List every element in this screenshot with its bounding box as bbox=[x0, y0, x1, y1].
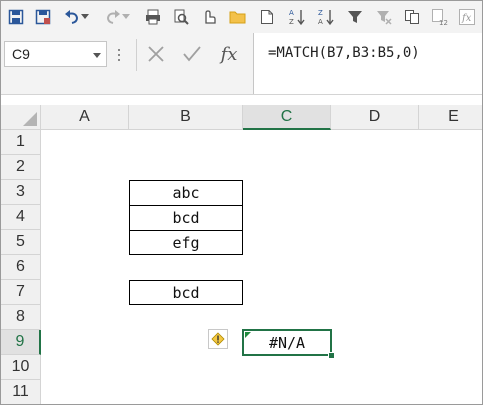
sort-descending-icon[interactable]: ZA bbox=[315, 6, 337, 28]
undo-dropdown-icon[interactable] bbox=[79, 6, 91, 28]
print-preview-icon[interactable] bbox=[142, 6, 164, 28]
spreadsheet-window: AZ ZA 12 fx C9 fx =MATCH(B7,B3:B5,0) A B… bbox=[0, 0, 483, 405]
row-header-9[interactable]: 9 bbox=[1, 330, 41, 355]
formula-bar: C9 fx =MATCH(B7,B3:B5,0) bbox=[1, 33, 482, 95]
name-box-value: C9 bbox=[12, 46, 30, 62]
fill-handle[interactable] bbox=[328, 352, 335, 359]
cell-b3[interactable]: abc bbox=[129, 180, 243, 206]
sort-ascending-icon[interactable]: AZ bbox=[286, 6, 308, 28]
enter-check-icon[interactable] bbox=[177, 41, 207, 67]
select-all-icon bbox=[23, 112, 37, 126]
row-header-11[interactable]: 11 bbox=[1, 380, 41, 404]
svg-text:Z: Z bbox=[318, 9, 323, 17]
open-folder-icon[interactable] bbox=[227, 6, 249, 28]
formula-text: =MATCH(B7,B3:B5,0) bbox=[268, 45, 420, 61]
insert-function-icon[interactable]: fx bbox=[456, 6, 478, 28]
error-checking-button[interactable] bbox=[208, 329, 228, 349]
row-header-10[interactable]: 10 bbox=[1, 355, 41, 380]
column-header-e[interactable]: E bbox=[419, 105, 482, 130]
clear-filter-icon[interactable] bbox=[373, 6, 395, 28]
new-document-icon[interactable] bbox=[256, 6, 278, 28]
zoom-icon[interactable] bbox=[170, 6, 192, 28]
filter-icon[interactable] bbox=[344, 6, 366, 28]
svg-text:A: A bbox=[318, 18, 323, 26]
name-box[interactable]: C9 bbox=[4, 41, 107, 67]
column-header-a[interactable]: A bbox=[41, 105, 129, 130]
cell-c9-active[interactable]: #N/A bbox=[242, 329, 332, 356]
redo-dropdown-icon[interactable] bbox=[120, 6, 132, 28]
row-header-2[interactable]: 2 bbox=[1, 155, 41, 180]
svg-text:12: 12 bbox=[439, 19, 448, 26]
copy-icon[interactable] bbox=[401, 6, 423, 28]
save-as-icon[interactable] bbox=[32, 6, 54, 28]
error-indicator-icon bbox=[245, 332, 251, 338]
quick-access-toolbar: AZ ZA 12 fx bbox=[1, 1, 482, 33]
cell-c9-value: #N/A bbox=[268, 333, 306, 352]
row-header-5[interactable]: 5 bbox=[1, 230, 41, 255]
svg-text:fx: fx bbox=[461, 13, 472, 24]
font-size-icon[interactable]: 12 bbox=[429, 6, 451, 28]
warning-diamond-icon bbox=[211, 332, 225, 346]
column-header-b[interactable]: B bbox=[129, 105, 243, 130]
cell-b4[interactable]: bcd bbox=[129, 205, 243, 231]
row-header-3[interactable]: 3 bbox=[1, 180, 41, 205]
column-header-d[interactable]: D bbox=[331, 105, 419, 130]
cell-b5[interactable]: efg bbox=[129, 230, 243, 255]
resize-handle-icon[interactable] bbox=[118, 49, 121, 63]
fx-label: fx bbox=[220, 43, 238, 65]
name-box-dropdown-icon[interactable] bbox=[93, 53, 101, 58]
select-all-button[interactable] bbox=[1, 105, 41, 130]
svg-text:Z: Z bbox=[289, 18, 294, 26]
cell-b7[interactable]: bcd bbox=[129, 280, 243, 305]
insert-function-button[interactable]: fx bbox=[214, 41, 244, 67]
formula-input[interactable]: =MATCH(B7,B3:B5,0) bbox=[253, 33, 482, 94]
save-icon[interactable] bbox=[5, 6, 27, 28]
row-header-6[interactable]: 6 bbox=[1, 255, 41, 280]
row-header-1[interactable]: 1 bbox=[1, 130, 41, 155]
svg-text:A: A bbox=[289, 9, 294, 17]
separator bbox=[136, 39, 137, 71]
row-header-7[interactable]: 7 bbox=[1, 280, 41, 305]
row-header-8[interactable]: 8 bbox=[1, 305, 41, 330]
column-header-c[interactable]: C bbox=[243, 105, 331, 130]
cancel-icon[interactable] bbox=[141, 41, 171, 67]
touch-mode-icon[interactable] bbox=[198, 6, 220, 28]
row-header-4[interactable]: 4 bbox=[1, 205, 41, 230]
